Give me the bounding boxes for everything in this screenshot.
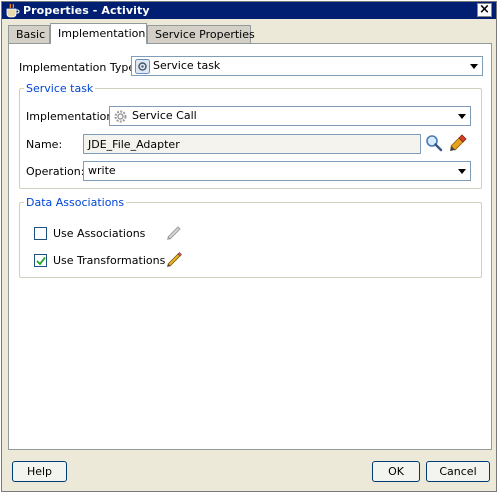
gear-icon [114, 110, 127, 123]
tab-implementation[interactable]: Implementation [50, 23, 147, 44]
ok-button[interactable]: OK [372, 461, 420, 482]
service-task-group: Service task Implementation: Service Cal… [19, 82, 482, 189]
close-icon: × [479, 2, 490, 17]
name-field[interactable]: JDE_File_Adapter [83, 134, 421, 154]
edit-brush-icon[interactable] [448, 133, 468, 152]
title-bar: Properties - Activity × [2, 2, 496, 19]
chevron-down-icon [458, 169, 466, 174]
data-associations-group: Data Associations Use Associations Use T… [19, 196, 482, 278]
service-task-icon [135, 59, 150, 74]
implementation-type-label: Implementation Type: [19, 61, 139, 74]
close-button[interactable]: × [477, 3, 492, 17]
implementation-panel: Implementation Type: Service task Servic… [8, 43, 492, 450]
implementation-type-value: Service task [153, 59, 221, 72]
data-associations-group-title: Data Associations [24, 196, 127, 209]
help-button[interactable]: Help [12, 461, 67, 482]
chevron-down-icon [470, 64, 478, 69]
operation-label: Operation: [26, 165, 85, 178]
chevron-down-icon [458, 114, 466, 119]
search-icon[interactable] [425, 134, 443, 152]
operation-value: write [88, 164, 116, 177]
implementation-select[interactable]: Service Call [109, 106, 471, 126]
properties-dialog: Properties - Activity × Basic Implementa… [1, 1, 497, 492]
pencil-icon[interactable] [165, 250, 183, 268]
tab-strip: Basic Implementation Service Properties [8, 23, 492, 44]
name-label: Name: [26, 138, 63, 151]
use-transformations-checkbox[interactable] [34, 254, 47, 267]
implementation-value: Service Call [132, 109, 197, 122]
pencil-icon[interactable] [165, 223, 183, 241]
use-associations-label: Use Associations [53, 227, 146, 240]
implementation-label: Implementation: [26, 110, 118, 123]
tab-basic[interactable]: Basic [8, 25, 50, 43]
name-value: JDE_File_Adapter [88, 138, 180, 151]
use-associations-checkbox[interactable] [34, 227, 47, 240]
coffee-cup-icon [6, 3, 20, 18]
operation-select[interactable]: write [83, 161, 471, 181]
cancel-button[interactable]: Cancel [426, 461, 490, 482]
checkmark-icon [36, 256, 46, 266]
tab-service-properties[interactable]: Service Properties [147, 25, 255, 43]
implementation-type-select[interactable]: Service task [131, 56, 483, 76]
use-transformations-label: Use Transformations [53, 254, 166, 267]
service-task-group-title: Service task [24, 82, 96, 95]
window-title: Properties - Activity [23, 4, 150, 17]
